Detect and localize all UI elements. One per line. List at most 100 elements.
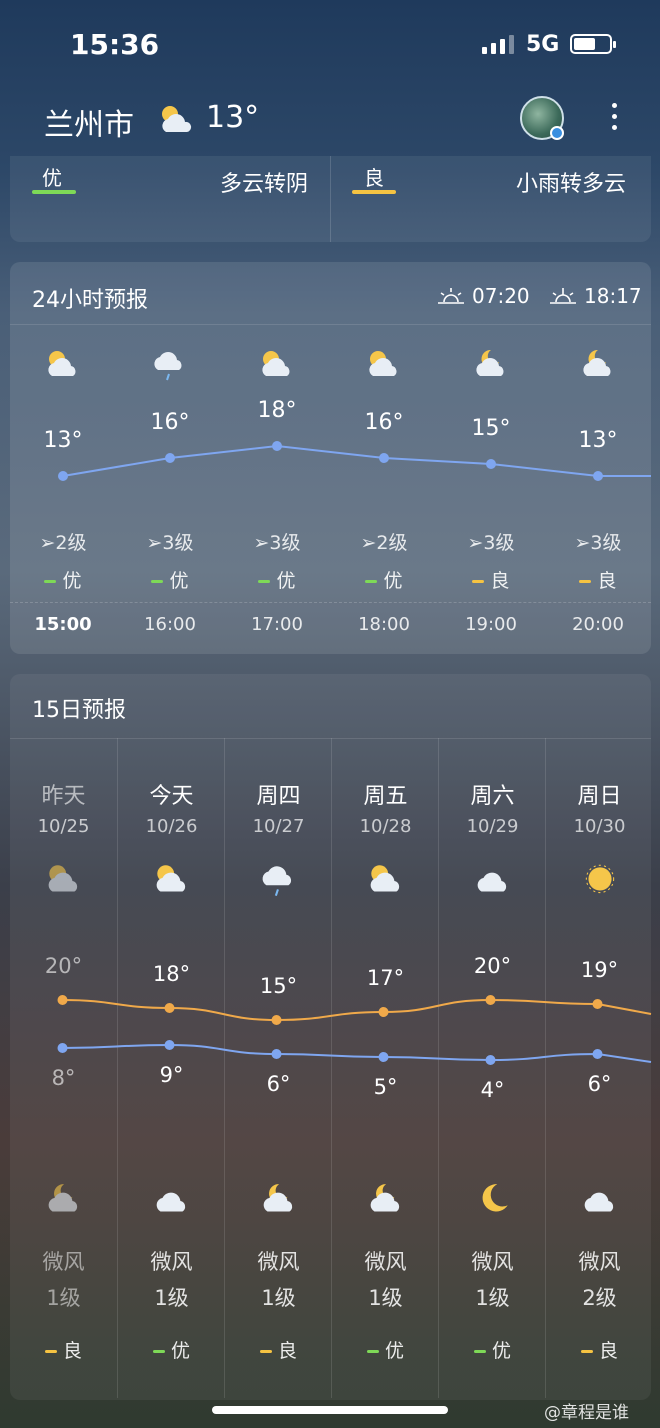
day-low: 5° — [373, 1075, 398, 1099]
day-wind: 微风 — [150, 1250, 193, 1274]
day-high: 20° — [473, 954, 512, 978]
aq-tomorrow-label: 良 — [364, 166, 384, 190]
day-column[interactable]: 周四 10/27 15° 6° 微风 1级 良 — [224, 738, 331, 1398]
hourly-temp-point — [486, 459, 496, 469]
aq-today-bar — [32, 190, 76, 194]
wind-direction-icon: ➢ — [39, 532, 56, 554]
hour-aq: 优 — [227, 566, 327, 593]
day-high: 15° — [259, 974, 298, 998]
hour-aq: 优 — [334, 566, 434, 593]
status-bar: 15:36 5G — [0, 0, 660, 88]
day-column[interactable]: 周六 10/29 20° 4° 微风 1级 优 — [438, 738, 545, 1398]
signal-icon — [482, 34, 514, 54]
day-column[interactable]: 今天 10/26 18° 9° 微风 1级 优 — [117, 738, 224, 1398]
hour-time: 20:00 — [572, 614, 624, 635]
day-name: 昨天 — [41, 784, 86, 809]
cloudy-icon — [472, 860, 514, 906]
day-date: 10/29 — [466, 816, 519, 837]
day-high: 20° — [44, 954, 83, 978]
day-aq: 优 — [439, 1336, 546, 1363]
day-wind-level: 1级 — [261, 1286, 296, 1310]
day-wind: 微风 — [578, 1250, 621, 1274]
day-column[interactable]: 周五 10/28 17° 5° 微风 1级 优 — [331, 738, 438, 1398]
hour-temp: 15° — [471, 416, 511, 441]
hour-wind: ➢3级 — [574, 532, 622, 554]
day-column[interactable]: 昨天 10/25 20° 8° 微风 1级 良 — [10, 738, 117, 1398]
status-time: 15:36 — [70, 28, 160, 61]
aq-today-label: 优 — [42, 166, 62, 190]
night-cloudy-icon — [578, 346, 618, 390]
day-name: 周日 — [577, 784, 622, 809]
day-date: 10/30 — [573, 816, 626, 837]
hourly-forecast-card[interactable]: 24小时预报 07:20 18:17 13° ➢2级 优 15:00 16° ➢… — [10, 262, 651, 654]
hour-aq: 良 — [548, 566, 648, 593]
day-name: 周五 — [363, 784, 408, 809]
day-high: 17° — [366, 966, 405, 990]
day-high: 18° — [152, 962, 191, 986]
hour-wind: ➢3级 — [253, 532, 301, 554]
hour-time: 17:00 — [251, 614, 303, 635]
day-date: 10/25 — [37, 816, 90, 837]
partly-cloudy-icon — [257, 346, 297, 390]
partly-cloudy-icon — [364, 346, 404, 390]
network-type: 5G — [526, 32, 560, 57]
hourly-temp-point — [379, 453, 389, 463]
day-low: 8° — [51, 1066, 76, 1090]
sunny-icon — [579, 860, 621, 906]
partly-cloudy-icon — [43, 860, 85, 906]
day-wind-level: 2级 — [582, 1286, 617, 1310]
day-low: 9° — [159, 1063, 184, 1087]
day-low: 6° — [266, 1072, 291, 1096]
day-wind-level: 1级 — [46, 1286, 81, 1310]
day-name: 今天 — [149, 784, 194, 809]
location-header: 兰州市 13° — [0, 88, 660, 158]
more-menu-icon[interactable] — [604, 100, 624, 136]
city-name[interactable]: 兰州市 — [44, 100, 134, 144]
day-date: 10/26 — [145, 816, 198, 837]
day-wind: 微风 — [364, 1250, 407, 1274]
day-date: 10/27 — [252, 816, 305, 837]
partly-cloudy-icon — [156, 102, 196, 142]
hour-temp: 18° — [257, 398, 297, 423]
day-column[interactable]: 周日 10/30 19° 6° 微风 2级 良 — [545, 738, 652, 1398]
partly-cloudy-icon — [151, 860, 193, 906]
hour-wind: ➢2级 — [360, 532, 408, 554]
aq-summary-card: 优 多云转阴 良 小雨转多云 — [10, 156, 651, 242]
hourly-temp-point — [165, 453, 175, 463]
today-condition: 多云转阴 — [220, 172, 309, 197]
hourly-temp-point — [593, 471, 603, 481]
day-aq: 良 — [546, 1336, 653, 1363]
day-aq: 良 — [225, 1336, 332, 1363]
day-name: 周六 — [470, 784, 515, 809]
wind-direction-icon: ➢ — [467, 532, 484, 554]
aq-tomorrow-bar — [352, 190, 396, 194]
watermark: @章程是谁 — [544, 1403, 629, 1423]
hourly-temp-point — [58, 471, 68, 481]
wind-direction-icon: ➢ — [360, 532, 377, 554]
divider — [330, 156, 331, 242]
tomorrow-condition: 小雨转多云 — [516, 172, 627, 197]
battery-icon — [570, 34, 616, 54]
partly-cloudy-icon — [43, 346, 83, 390]
home-indicator[interactable] — [212, 1406, 448, 1414]
hour-aq: 良 — [441, 566, 541, 593]
day-wind-level: 1级 — [368, 1286, 403, 1310]
hour-temp: 16° — [150, 410, 190, 435]
day-high: 19° — [580, 958, 619, 982]
rain-cloud-icon — [258, 860, 300, 906]
hour-aq: 优 — [120, 566, 220, 593]
wind-direction-icon: ➢ — [146, 532, 163, 554]
wind-direction-icon: ➢ — [253, 532, 270, 554]
hour-temp: 16° — [364, 410, 404, 435]
daily-title: 15日预报 — [32, 698, 126, 723]
hourly-temp-chart — [58, 441, 651, 481]
rain-cloud-icon — [150, 346, 190, 390]
wind-direction-icon: ➢ — [574, 532, 591, 554]
hour-time: 16:00 — [144, 614, 196, 635]
avatar[interactable] — [520, 96, 564, 140]
day-wind: 微风 — [471, 1250, 514, 1274]
hour-wind: ➢2级 — [39, 532, 87, 554]
day-aq: 良 — [10, 1336, 117, 1363]
cloudy-icon — [579, 1180, 621, 1226]
day-wind: 微风 — [257, 1250, 300, 1274]
